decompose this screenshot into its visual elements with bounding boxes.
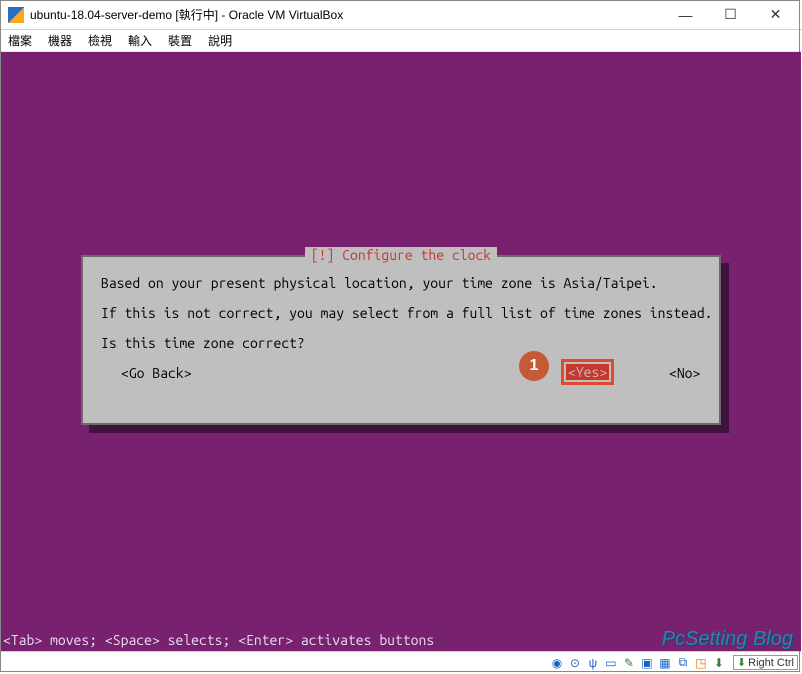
- dialog-title: [!] Configure the clock: [305, 247, 497, 263]
- dialog-text-1: Based on your present physical location,…: [101, 275, 701, 291]
- menu-view[interactable]: 檢視: [88, 32, 112, 49]
- vm-display[interactable]: [!] Configure the clock Based on your pr…: [1, 52, 801, 651]
- dialog-box: [!] Configure the clock Based on your pr…: [81, 255, 721, 425]
- annotation-step-1: 1: [519, 351, 549, 381]
- record-icon[interactable]: ▦: [657, 655, 673, 671]
- display-icon[interactable]: ▣: [639, 655, 655, 671]
- harddisk-icon[interactable]: ◉: [549, 655, 565, 671]
- menu-bar: 檔案 機器 檢視 輸入 裝置 說明: [0, 30, 802, 52]
- window-title: ubuntu-18.04-server-demo [執行中] - Oracle …: [30, 6, 663, 23]
- maximize-button[interactable]: ☐: [708, 1, 753, 29]
- network-icon[interactable]: ◳: [693, 655, 709, 671]
- yes-button-highlight: <Yes>: [561, 359, 614, 385]
- go-back-button[interactable]: <Go Back>: [121, 365, 192, 381]
- close-button[interactable]: ✕: [753, 1, 798, 29]
- hostkey-arrow-icon: ⬇: [737, 656, 746, 669]
- configure-clock-dialog: [!] Configure the clock Based on your pr…: [81, 255, 729, 433]
- menu-file[interactable]: 檔案: [8, 32, 32, 49]
- audio-icon[interactable]: ⧉: [675, 655, 691, 671]
- menu-devices[interactable]: 裝置: [168, 32, 192, 49]
- optical-drive-icon[interactable]: ⊙: [567, 655, 583, 671]
- no-button[interactable]: <No>: [669, 365, 700, 381]
- watermark-text: PcSetting Blog: [662, 628, 793, 651]
- window-titlebar: ubuntu-18.04-server-demo [執行中] - Oracle …: [0, 0, 802, 30]
- menu-input[interactable]: 輸入: [128, 32, 152, 49]
- usb-icon[interactable]: ψ: [585, 655, 601, 671]
- dialog-text-2: If this is not correct, you may select f…: [101, 305, 701, 321]
- dialog-text-3: Is this time zone correct?: [101, 335, 701, 351]
- minimize-button[interactable]: —: [663, 1, 708, 29]
- yes-button[interactable]: <Yes>: [566, 364, 609, 380]
- virtualbox-icon: [8, 7, 24, 23]
- keyboard-help-line: <Tab> moves; <Space> selects; <Enter> ac…: [1, 632, 434, 648]
- shared-folder-icon[interactable]: ▭: [603, 655, 619, 671]
- mouse-integration-icon[interactable]: ⬇: [711, 655, 727, 671]
- host-key-label: Right Ctrl: [748, 657, 794, 669]
- host-key-indicator[interactable]: ⬇ Right Ctrl: [733, 655, 798, 670]
- menu-help[interactable]: 說明: [208, 32, 232, 49]
- status-bar: ◉ ⊙ ψ ▭ ✎ ▣ ▦ ⧉ ◳ ⬇ ⬇ Right Ctrl: [0, 651, 802, 673]
- edit-icon[interactable]: ✎: [621, 655, 637, 671]
- menu-machine[interactable]: 機器: [48, 32, 72, 49]
